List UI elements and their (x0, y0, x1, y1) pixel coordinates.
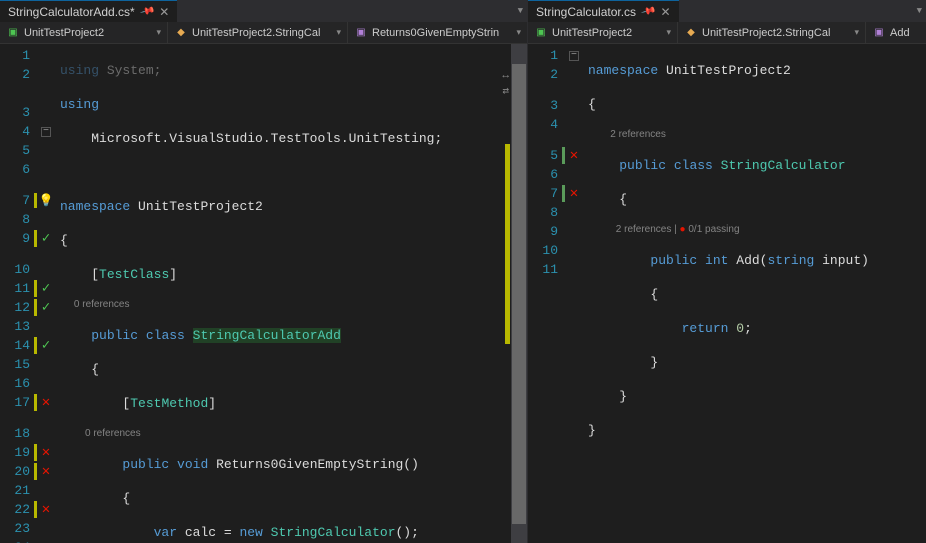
nav-member-label: Add (890, 27, 910, 39)
pin-icon[interactable]: 📌 (139, 4, 155, 20)
line-number: 22 (0, 502, 34, 517)
line-number: 21 (0, 483, 34, 498)
test-fail-icon: ✕ (42, 501, 50, 518)
test-fail-icon: ✕ (42, 463, 50, 480)
test-pass-icon: ✓ (42, 280, 50, 297)
close-icon[interactable]: ✕ (159, 5, 169, 19)
nav-member[interactable]: ▣ Returns0GivenEmptyStrin ▾ (348, 22, 527, 43)
codelens-references[interactable]: 0 references (74, 299, 130, 310)
codelens-references[interactable]: 0 references (85, 428, 141, 439)
nav-member[interactable]: ▣ Add (866, 22, 926, 43)
line-number: 8 (528, 205, 562, 220)
nav-project-label: UnitTestProject2 (24, 27, 104, 39)
nav-project[interactable]: ▣ UnitTestProject2 ▾ (0, 22, 168, 43)
csharp-project-icon: ▣ (534, 26, 548, 40)
line-number: 11 (0, 281, 34, 296)
close-icon[interactable]: ✕ (661, 5, 671, 19)
line-number: 20 (0, 464, 34, 479)
code-area[interactable]: using System; using Microsoft.VisualStud… (60, 44, 527, 543)
line-number: 4 (528, 117, 562, 132)
chevron-down-icon: ▾ (156, 27, 161, 38)
line-number: 7 (0, 193, 34, 208)
line-number: 19 (0, 445, 34, 460)
line-number: 8 (0, 212, 34, 227)
tab-stringcalculator[interactable]: StringCalculator.cs 📌 ✕ (528, 0, 679, 22)
line-number: 16 (0, 376, 34, 391)
line-number: 12 (0, 300, 34, 315)
nav-class[interactable]: ◆ UnitTestProject2.StringCal ▾ (678, 22, 866, 43)
tab-bar: StringCalculator.cs 📌 ✕ ▼ (528, 0, 926, 22)
nav-class-label: UnitTestProject2.StringCal (192, 27, 320, 39)
line-number: 9 (0, 231, 34, 246)
line-number: 1 (0, 48, 34, 63)
line-number: 2 (528, 67, 562, 82)
test-fail-icon: ✕ (570, 185, 578, 202)
nav-class[interactable]: ◆ UnitTestProject2.StringCal ▾ (168, 22, 348, 43)
scrollbar-thumb[interactable] (512, 64, 526, 524)
nav-class-label: UnitTestProject2.StringCal (702, 27, 830, 39)
tab-label: StringCalculatorAdd.cs* (8, 5, 135, 19)
line-number: 11 (528, 262, 562, 277)
line-number: 17 (0, 395, 34, 410)
line-number: 23 (0, 521, 34, 536)
fold-icon[interactable]: − (41, 127, 51, 137)
test-fail-icon: ✕ (42, 444, 50, 461)
editor-pane-right: StringCalculator.cs 📌 ✕ ▼ ▣ UnitTestProj… (528, 0, 926, 543)
overview-mark (505, 144, 510, 344)
code-area[interactable]: namespace UnitTestProject2 { 2 reference… (588, 44, 926, 543)
fold-icon[interactable]: − (569, 51, 579, 61)
line-number: 2 (0, 67, 34, 82)
class-icon: ◆ (174, 26, 188, 40)
tab-stringcalculatoradd[interactable]: StringCalculatorAdd.cs* 📌 ✕ (0, 0, 177, 22)
csharp-project-icon: ▣ (6, 26, 20, 40)
line-number: 5 (528, 148, 562, 163)
line-number: 18 (0, 426, 34, 441)
scrollbar-vertical[interactable] (511, 44, 527, 543)
line-number: 6 (528, 167, 562, 182)
chevron-down-icon: ▾ (516, 27, 521, 38)
editor-pane-left: StringCalculatorAdd.cs* 📌 ✕ ▼ ▣ UnitTest… (0, 0, 528, 543)
nav-bar: ▣ UnitTestProject2 ▾ ◆ UnitTestProject2.… (528, 22, 926, 44)
test-pass-icon: ✓ (42, 337, 50, 354)
line-number: 13 (0, 319, 34, 334)
line-number: 3 (528, 98, 562, 113)
nav-member-label: Returns0GivenEmptyStrin (372, 27, 499, 39)
nav-project[interactable]: ▣ UnitTestProject2 ▾ (528, 22, 678, 43)
editor-left[interactable]: ↔ ⇄ 1 2 3 4− 5 6 7💡 8 9✓ 10 11✓ 12✓ 13 1… (0, 44, 527, 543)
nav-project-label: UnitTestProject2 (552, 27, 632, 39)
chevron-down-icon: ▾ (666, 27, 671, 38)
test-fail-icon: ✕ (570, 147, 578, 164)
codelens-references[interactable]: 2 references (610, 129, 666, 140)
test-pass-icon: ✓ (42, 299, 50, 316)
line-number: 7 (528, 186, 562, 201)
line-number: 15 (0, 357, 34, 372)
method-icon: ▣ (872, 26, 886, 40)
nav-bar: ▣ UnitTestProject2 ▾ ◆ UnitTestProject2.… (0, 22, 527, 44)
lightbulb-icon[interactable]: 💡 (39, 193, 54, 208)
pin-icon[interactable]: 📌 (640, 4, 656, 20)
chevron-down-icon[interactable]: ▼ (518, 6, 523, 16)
test-pass-icon: ✓ (42, 230, 50, 247)
chevron-down-icon: ▾ (854, 27, 859, 38)
method-icon: ▣ (354, 26, 368, 40)
line-number: 10 (528, 243, 562, 258)
chevron-down-icon: ▾ (336, 27, 341, 38)
tab-bar: StringCalculatorAdd.cs* 📌 ✕ ▼ (0, 0, 527, 22)
line-number: 9 (528, 224, 562, 239)
line-number: 5 (0, 143, 34, 158)
editor-right[interactable]: 1− 2 3 4 5 ✕ 6 7 ✕ 8 9 10 11 namespace Uni… (528, 44, 926, 543)
line-number: 10 (0, 262, 34, 277)
test-fail-icon: ✕ (42, 394, 50, 411)
class-icon: ◆ (684, 26, 698, 40)
line-number: 3 (0, 105, 34, 120)
line-number: 1 (528, 48, 562, 63)
tab-label: StringCalculator.cs (536, 5, 636, 19)
gutter: 1− 2 3 4 5 ✕ 6 7 ✕ 8 9 10 11 (528, 44, 588, 543)
line-number: 4 (0, 124, 34, 139)
line-number: 14 (0, 338, 34, 353)
chevron-down-icon[interactable]: ▼ (917, 6, 922, 16)
gutter: 1 2 3 4− 5 6 7 💡 8 9 ✓ 10 11 ✓ 12 ✓ 13 14 ✓ 1… (0, 44, 60, 543)
line-number: 6 (0, 162, 34, 177)
